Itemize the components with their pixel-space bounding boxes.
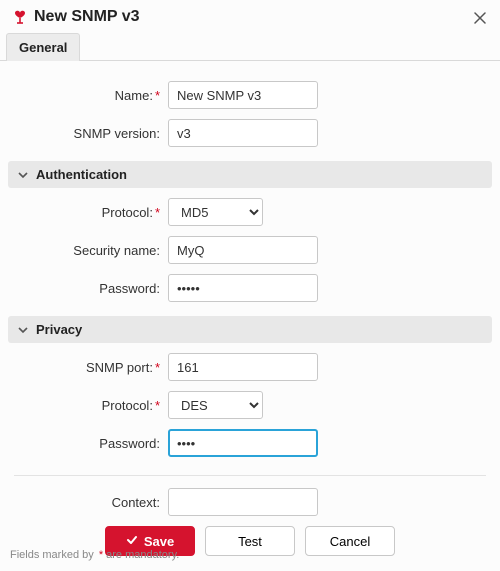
separator: [14, 475, 486, 476]
name-input[interactable]: [168, 81, 318, 109]
row-privacy-protocol: Protocol:* DES: [8, 391, 492, 419]
security-name-label: Security name:: [8, 243, 168, 258]
row-snmp-port: SNMP port:*: [8, 353, 492, 381]
dialog-title: New SNMP v3: [34, 8, 140, 26]
name-label: Name:*: [8, 88, 168, 103]
privacy-password-input[interactable]: [168, 429, 318, 457]
chevron-down-icon: [16, 323, 30, 337]
cancel-button[interactable]: Cancel: [305, 526, 395, 556]
snmp-port-label: SNMP port:*: [8, 360, 168, 375]
section-authentication[interactable]: Authentication: [8, 161, 492, 188]
row-context: Context:: [8, 488, 492, 516]
privacy-password-label: Password:: [8, 436, 168, 451]
row-auth-protocol: Protocol:* MD5: [8, 198, 492, 226]
privacy-protocol-label: Protocol:*: [8, 398, 168, 413]
auth-protocol-select[interactable]: MD5: [168, 198, 263, 226]
auth-password-label: Password:: [8, 281, 168, 296]
test-button-label: Test: [238, 534, 262, 549]
security-name-input[interactable]: [168, 236, 318, 264]
row-security-name: Security name:: [8, 236, 492, 264]
snmp-port-input[interactable]: [168, 353, 318, 381]
section-privacy[interactable]: Privacy: [8, 316, 492, 343]
snmp-version-input[interactable]: [168, 119, 318, 147]
auth-protocol-label: Protocol:*: [8, 205, 168, 220]
row-auth-password: Password:: [8, 274, 492, 302]
row-snmp-version: SNMP version:: [8, 119, 492, 147]
section-privacy-title: Privacy: [36, 322, 82, 337]
close-button[interactable]: [470, 8, 490, 28]
section-authentication-title: Authentication: [36, 167, 127, 182]
save-button-label: Save: [144, 534, 174, 549]
mandatory-note: Fields marked by * are mandatory.: [10, 549, 179, 561]
tab-bar: General: [0, 32, 500, 61]
auth-password-input[interactable]: [168, 274, 318, 302]
chevron-down-icon: [16, 168, 30, 182]
form-body: Name:* SNMP version: Authentication Prot…: [0, 61, 500, 566]
row-name: Name:*: [8, 81, 492, 109]
context-input[interactable]: [168, 488, 318, 516]
tab-general[interactable]: General: [6, 33, 80, 61]
context-label: Context:: [8, 495, 168, 510]
snmp-version-label: SNMP version:: [8, 126, 168, 141]
row-privacy-password: Password:: [8, 429, 492, 457]
app-logo-icon: [12, 9, 28, 25]
test-button[interactable]: Test: [205, 526, 295, 556]
privacy-protocol-select[interactable]: DES: [168, 391, 263, 419]
dialog-header: New SNMP v3: [0, 0, 500, 32]
check-icon: [126, 534, 138, 549]
cancel-button-label: Cancel: [330, 534, 370, 549]
